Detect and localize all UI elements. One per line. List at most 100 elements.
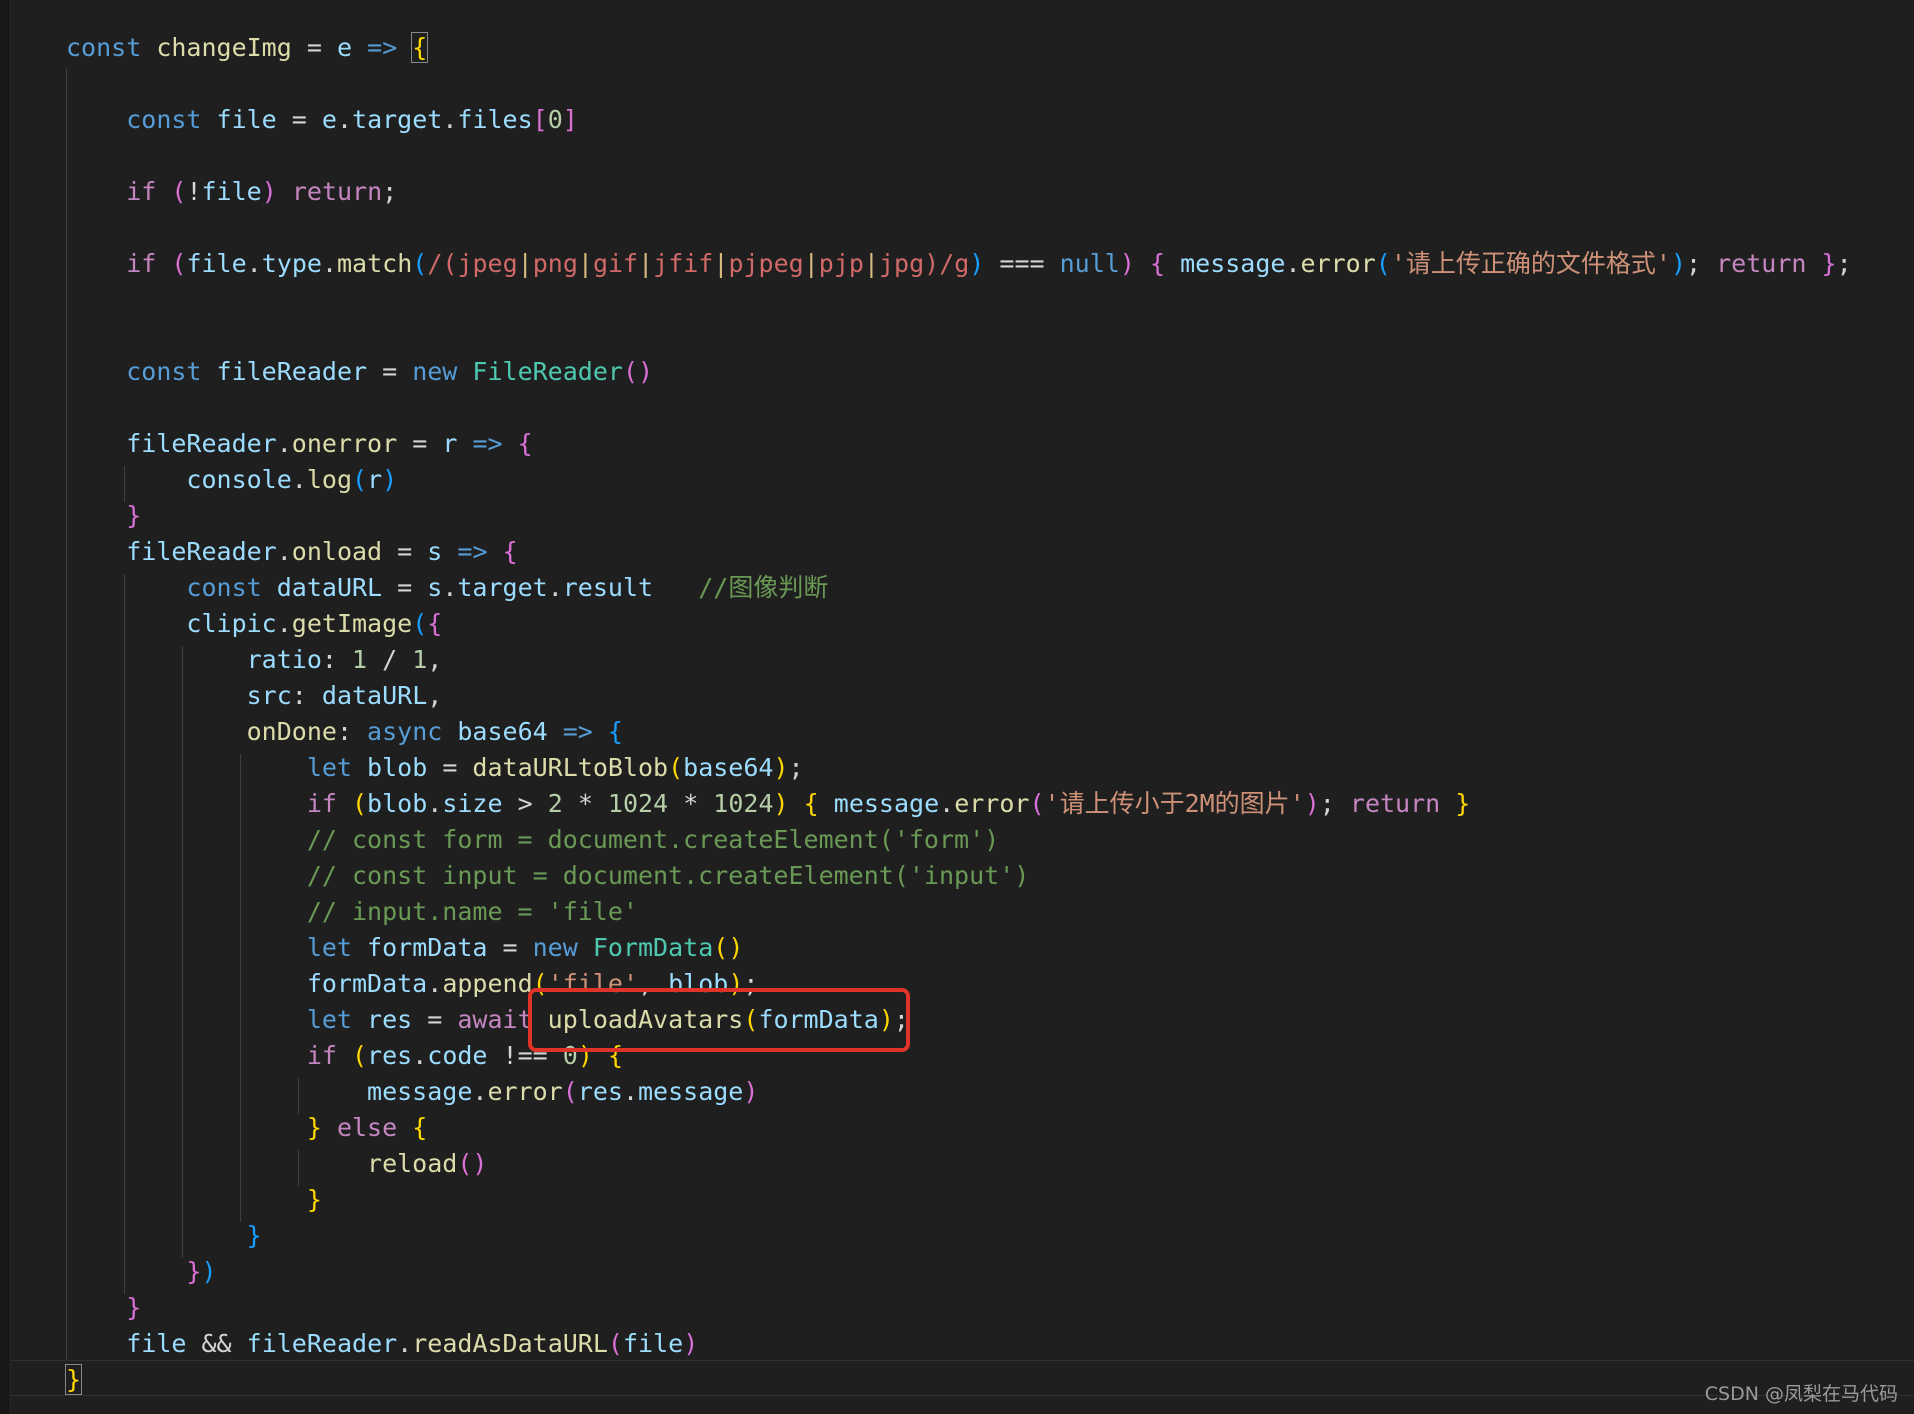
code-token: error	[1300, 249, 1376, 278]
code-token: =	[276, 105, 322, 134]
code-line[interactable]: // input.name = 'file'	[66, 894, 638, 930]
code-token: new	[532, 933, 593, 962]
code-token: ]	[562, 105, 578, 134]
code-token: ;	[1319, 789, 1350, 818]
code-token: :	[336, 717, 368, 746]
code-line[interactable]: ratio: 1 / 1,	[66, 642, 443, 678]
code-token: }	[186, 1257, 202, 1286]
code-area[interactable]: const changeImg = e => { const file = e.…	[0, 0, 1914, 1414]
code-token: }	[1821, 249, 1837, 278]
code-token: onload	[291, 537, 383, 566]
code-token: (	[668, 753, 684, 782]
code-line[interactable]: }	[66, 1182, 322, 1218]
code-token: code	[427, 1041, 488, 1070]
code-line[interactable]: const fileReader = new FileReader()	[66, 354, 653, 390]
code-token: file	[186, 249, 247, 278]
code-line[interactable]: const changeImg = e => {	[66, 30, 429, 66]
code-token: &&	[186, 1329, 247, 1358]
code-token: onerror	[291, 429, 398, 458]
code-line[interactable]: if (file.type.match(/(jpeg|png|gif|jfif|…	[66, 246, 1851, 282]
code-token: res	[367, 1041, 413, 1070]
code-token: '请上传小于2M的图片'	[1044, 789, 1305, 818]
code-token: )	[773, 753, 789, 782]
code-line[interactable]: // const form = document.createElement('…	[66, 822, 999, 858]
code-token: =	[427, 753, 473, 782]
code-token: {	[411, 32, 429, 63]
code-token: .	[622, 1077, 638, 1106]
code-line[interactable]: })	[66, 1254, 216, 1290]
code-token: const	[66, 33, 157, 62]
code-token: (	[351, 1041, 368, 1070]
code-line[interactable]: reload()	[66, 1146, 487, 1182]
code-token: {	[427, 609, 443, 638]
code-token: ()	[713, 933, 744, 962]
code-token: (	[171, 177, 187, 206]
code-token: |	[577, 249, 593, 278]
code-line[interactable]: const file = e.target.files[0]	[66, 102, 578, 138]
code-token: (	[352, 465, 368, 494]
code-token: target	[457, 573, 548, 602]
code-token: log	[306, 465, 352, 494]
code-line[interactable]: }	[66, 1290, 141, 1326]
code-line[interactable]: if (blob.size > 2 * 1024 * 1024) { messa…	[66, 786, 1471, 822]
code-line[interactable]: }	[64, 1362, 83, 1398]
code-line[interactable]: if (!file) return;	[66, 174, 397, 210]
code-line[interactable]: const dataURL = s.target.result //图像判断	[66, 570, 828, 606]
code-line[interactable]: } else {	[66, 1110, 427, 1146]
code-token: .	[276, 537, 292, 566]
code-token: getImage	[291, 609, 413, 638]
code-token: (	[351, 789, 368, 818]
code-token: .	[1285, 249, 1301, 278]
code-token: type	[261, 249, 322, 278]
code-line[interactable]: // const input = document.createElement(…	[66, 858, 1029, 894]
code-line[interactable]: let blob = dataURLtoBlob(base64);	[66, 750, 804, 786]
code-line[interactable]: }	[66, 498, 141, 534]
code-token: readAsDataURL	[412, 1329, 608, 1358]
code-token: )	[969, 249, 985, 278]
code-token: .	[427, 969, 443, 998]
code-line[interactable]: file && fileReader.readAsDataURL(file)	[66, 1326, 698, 1362]
code-line[interactable]: fileReader.onerror = r => {	[66, 426, 532, 462]
code-line[interactable]: onDone: async base64 => {	[66, 714, 623, 750]
code-token: (	[1029, 789, 1045, 818]
code-token: append	[442, 969, 533, 998]
code-token: )	[261, 177, 277, 206]
code-line[interactable]: fileReader.onload = s => {	[66, 534, 517, 570]
code-line[interactable]: src: dataURL,	[66, 678, 443, 714]
code-line[interactable]: console.log(r)	[66, 462, 397, 498]
code-token: }	[1455, 789, 1471, 818]
code-token: error	[954, 789, 1030, 818]
code-token: (	[1375, 249, 1391, 278]
code-token: .	[472, 1077, 488, 1106]
code-token: }	[126, 1293, 142, 1322]
code-token: .	[442, 573, 458, 602]
code-token: // const input = document.createElement(…	[306, 861, 1030, 890]
code-line[interactable]: clipic.getImage({	[66, 606, 442, 642]
code-token: |	[803, 249, 819, 278]
code-line[interactable]: message.error(res.message)	[66, 1074, 758, 1110]
code-token: 1024	[607, 789, 669, 818]
code-token: fileReader	[216, 357, 368, 386]
code-token: onDone	[246, 717, 337, 746]
code-token: r	[367, 465, 383, 494]
code-token: >	[502, 789, 548, 818]
code-line[interactable]: }	[66, 1218, 262, 1254]
code-token: =>	[367, 33, 398, 62]
code-token: console	[186, 465, 292, 494]
code-line[interactable]: let formData = new FormData()	[66, 930, 744, 966]
code-token: {	[607, 717, 623, 746]
